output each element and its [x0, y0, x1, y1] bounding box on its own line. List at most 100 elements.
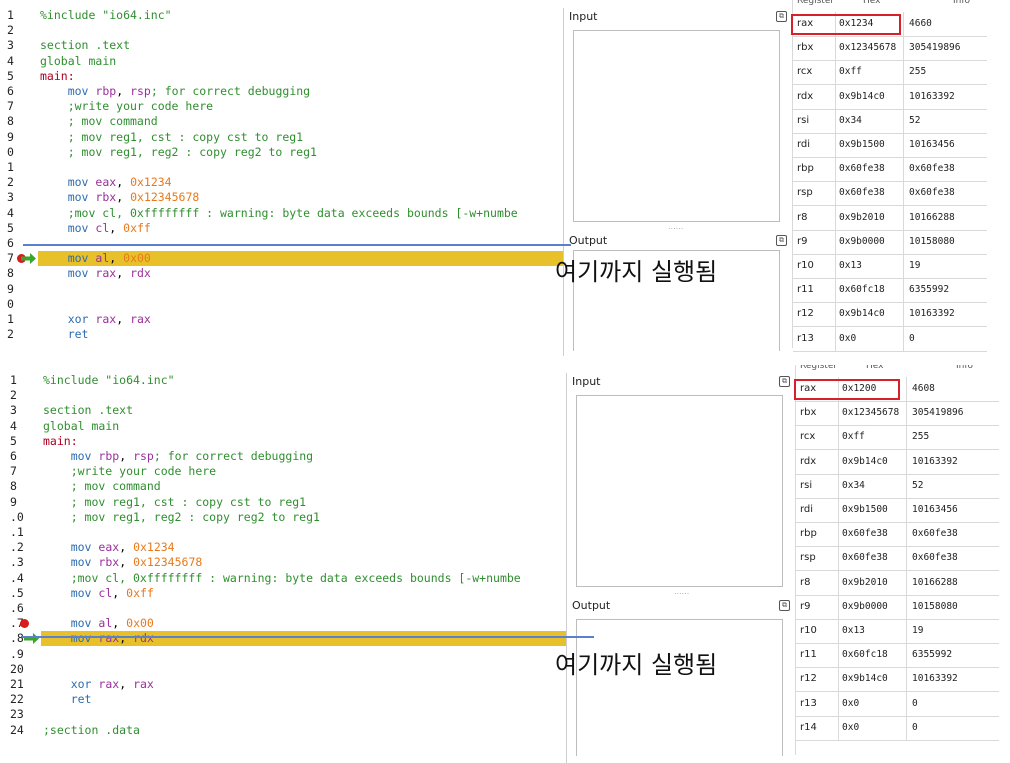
input-box[interactable] [573, 30, 780, 222]
line-number: 4 [7, 53, 14, 68]
code-line[interactable]: 5 main: [5, 69, 563, 84]
code-line[interactable]: .8 mov rax, rdx [8, 631, 566, 647]
line-number: 21 [10, 677, 24, 691]
register-row-rcx: rcx 0xff 255 [796, 425, 999, 451]
register-hex-value: 0x0 [842, 721, 860, 733]
code-line[interactable]: 3 mov rbx, 0x12345678 [5, 190, 563, 205]
copy-icon[interactable]: ⧉ [779, 376, 790, 387]
line-number: 2 [7, 327, 14, 342]
code-line[interactable]: 9 [5, 282, 563, 297]
code-line[interactable]: 9 ; mov reg1, cst : copy cst to reg1 [8, 495, 566, 510]
code-line[interactable]: 0 ; mov reg1, reg2 : copy reg2 to reg1 [5, 145, 563, 160]
code-line[interactable]: 7 mov al, 0x00 [5, 251, 563, 267]
code-line[interactable]: 3 section .text [5, 38, 563, 53]
line-number: 4 [7, 205, 14, 220]
code-line[interactable]: 6 mov rbp, rsp; for correct debugging [5, 84, 563, 99]
register-hex-value: 0x13 [842, 625, 865, 636]
code-line[interactable]: 1 %include "io64.inc" [5, 8, 563, 23]
register-row-r11: r11 0x60fc18 6355992 [796, 643, 999, 669]
resize-handle[interactable]: ...... [668, 222, 683, 231]
line-number: 2 [7, 175, 14, 190]
line-number: 8 [7, 114, 14, 129]
register-row-rbx: rbx 0x12345678 305419896 [793, 36, 987, 62]
code-text: ;write your code here [40, 99, 214, 114]
code-line[interactable]: 2 [8, 388, 566, 403]
code-line[interactable]: 21 xor rax, rax [8, 677, 566, 692]
code-line[interactable]: 4 global main [8, 419, 566, 434]
line-number: .1 [10, 525, 24, 539]
line-number: .5 [10, 585, 24, 600]
line-number: 6 [10, 449, 17, 463]
code-line[interactable]: 1 xor rax, rax [5, 312, 563, 327]
code-line[interactable]: 2 mov eax, 0x1234 [5, 175, 563, 190]
line-number: 3 [7, 190, 14, 205]
register-info-value: 10166288 [909, 211, 955, 223]
line-number: 9 [7, 281, 14, 296]
copy-icon[interactable]: ⧉ [776, 235, 787, 246]
register-info-value: 10158080 [912, 600, 958, 612]
code-line[interactable]: 2 [5, 23, 563, 38]
code-text: global main [40, 53, 117, 68]
code-line[interactable]: 5 main: [8, 434, 566, 449]
column-header: Info [953, 0, 971, 6]
code-line[interactable]: .2 mov eax, 0x1234 [8, 540, 566, 555]
code-line[interactable]: 3 section .text [8, 403, 566, 418]
line-number: .2 [10, 540, 24, 555]
code-line[interactable]: 4 global main [5, 54, 563, 69]
register-hex-value: 0x12345678 [842, 407, 900, 419]
input-box[interactable] [576, 395, 783, 587]
code-text: mov cl, 0xff [70, 585, 154, 600]
code-line[interactable]: 8 ; mov command [5, 114, 563, 129]
code-text: mov rbp, rsp; for correct debugging [67, 84, 311, 98]
register-info-value: 0x60fe38 [912, 528, 958, 540]
output-box[interactable] [576, 619, 783, 756]
code-line[interactable]: 20 [8, 662, 566, 677]
register-hex-value: 0x12345678 [839, 42, 897, 54]
code-line[interactable]: 6 mov rbp, rsp; for correct debugging [8, 449, 566, 464]
code-editor[interactable]: 1 %include "io64.inc" 2 3 section .text 4 glob… [5, 8, 564, 356]
code-line[interactable]: 7 ;write your code here [5, 99, 563, 114]
code-line[interactable]: 8 mov rax, rdx [5, 266, 563, 281]
code-line[interactable]: .6 [8, 601, 566, 616]
register-row-r14: r14 0x0 0 [796, 715, 999, 741]
code-text: ; mov reg1, cst : copy cst to reg1 [40, 129, 304, 144]
code-line[interactable]: 0 [5, 297, 563, 312]
register-row-rbp: rbp 0x60fe38 0x60fe38 [793, 157, 987, 183]
resize-handle[interactable]: ...... [674, 587, 689, 596]
register-name: rbx [797, 42, 814, 54]
code-line[interactable]: .5 mov cl, 0xff [8, 586, 566, 601]
line-number: .9 [10, 646, 24, 661]
register-info-value: 0 [912, 721, 918, 733]
line-number: 8 [7, 266, 14, 281]
code-line[interactable]: 8 ; mov command [8, 479, 566, 494]
code-line[interactable]: .0 ; mov reg1, reg2 : copy reg2 to reg1 [8, 510, 566, 525]
code-line[interactable]: 23 [8, 707, 566, 722]
code-editor[interactable]: 1 %include "io64.inc" 2 3 section .text 4 glob… [8, 373, 567, 763]
register-table: Register Hex Info rax 0x1200 4608 rbx 0x1234567… [795, 365, 999, 755]
code-line[interactable]: .1 [8, 525, 566, 540]
code-line[interactable]: 7 ;write your code here [8, 464, 566, 479]
code-line[interactable]: .9 [8, 647, 566, 662]
register-name: rsi [800, 479, 813, 491]
code-line[interactable]: 1 %include "io64.inc" [8, 373, 566, 388]
register-hex-value: 0x9b14c0 [839, 90, 885, 102]
code-line[interactable]: 1 [5, 160, 563, 175]
code-line[interactable]: 2 ret [5, 327, 563, 342]
code-line[interactable]: .3 mov rbx, 0x12345678 [8, 555, 566, 570]
copy-icon[interactable]: ⧉ [776, 11, 787, 22]
code-line[interactable]: .4 ;mov cl, 0xffffffff : warning: byte d… [8, 571, 566, 586]
code-line[interactable]: 24 ;section .data [8, 723, 566, 738]
code-line[interactable]: 9 ; mov reg1, cst : copy cst to reg1 [5, 130, 563, 145]
code-line[interactable]: 4 ;mov cl, 0xffffffff : warning: byte da… [5, 206, 563, 221]
code-line[interactable]: 22 ret [8, 692, 566, 707]
copy-icon[interactable]: ⧉ [779, 600, 790, 611]
code-text: mov al, 0x00 [70, 616, 154, 631]
input-label: Input [572, 375, 601, 388]
register-row-r9: r9 0x9b0000 10158080 [796, 594, 999, 620]
register-info-value: 10163456 [909, 139, 955, 150]
code-line[interactable]: .7 mov al, 0x00 [8, 616, 566, 631]
line-number: 1 [10, 373, 17, 387]
code-line[interactable]: 5 mov cl, 0xff [5, 221, 563, 236]
register-info-value: 10158080 [909, 235, 955, 247]
line-number: 20 [10, 661, 24, 676]
